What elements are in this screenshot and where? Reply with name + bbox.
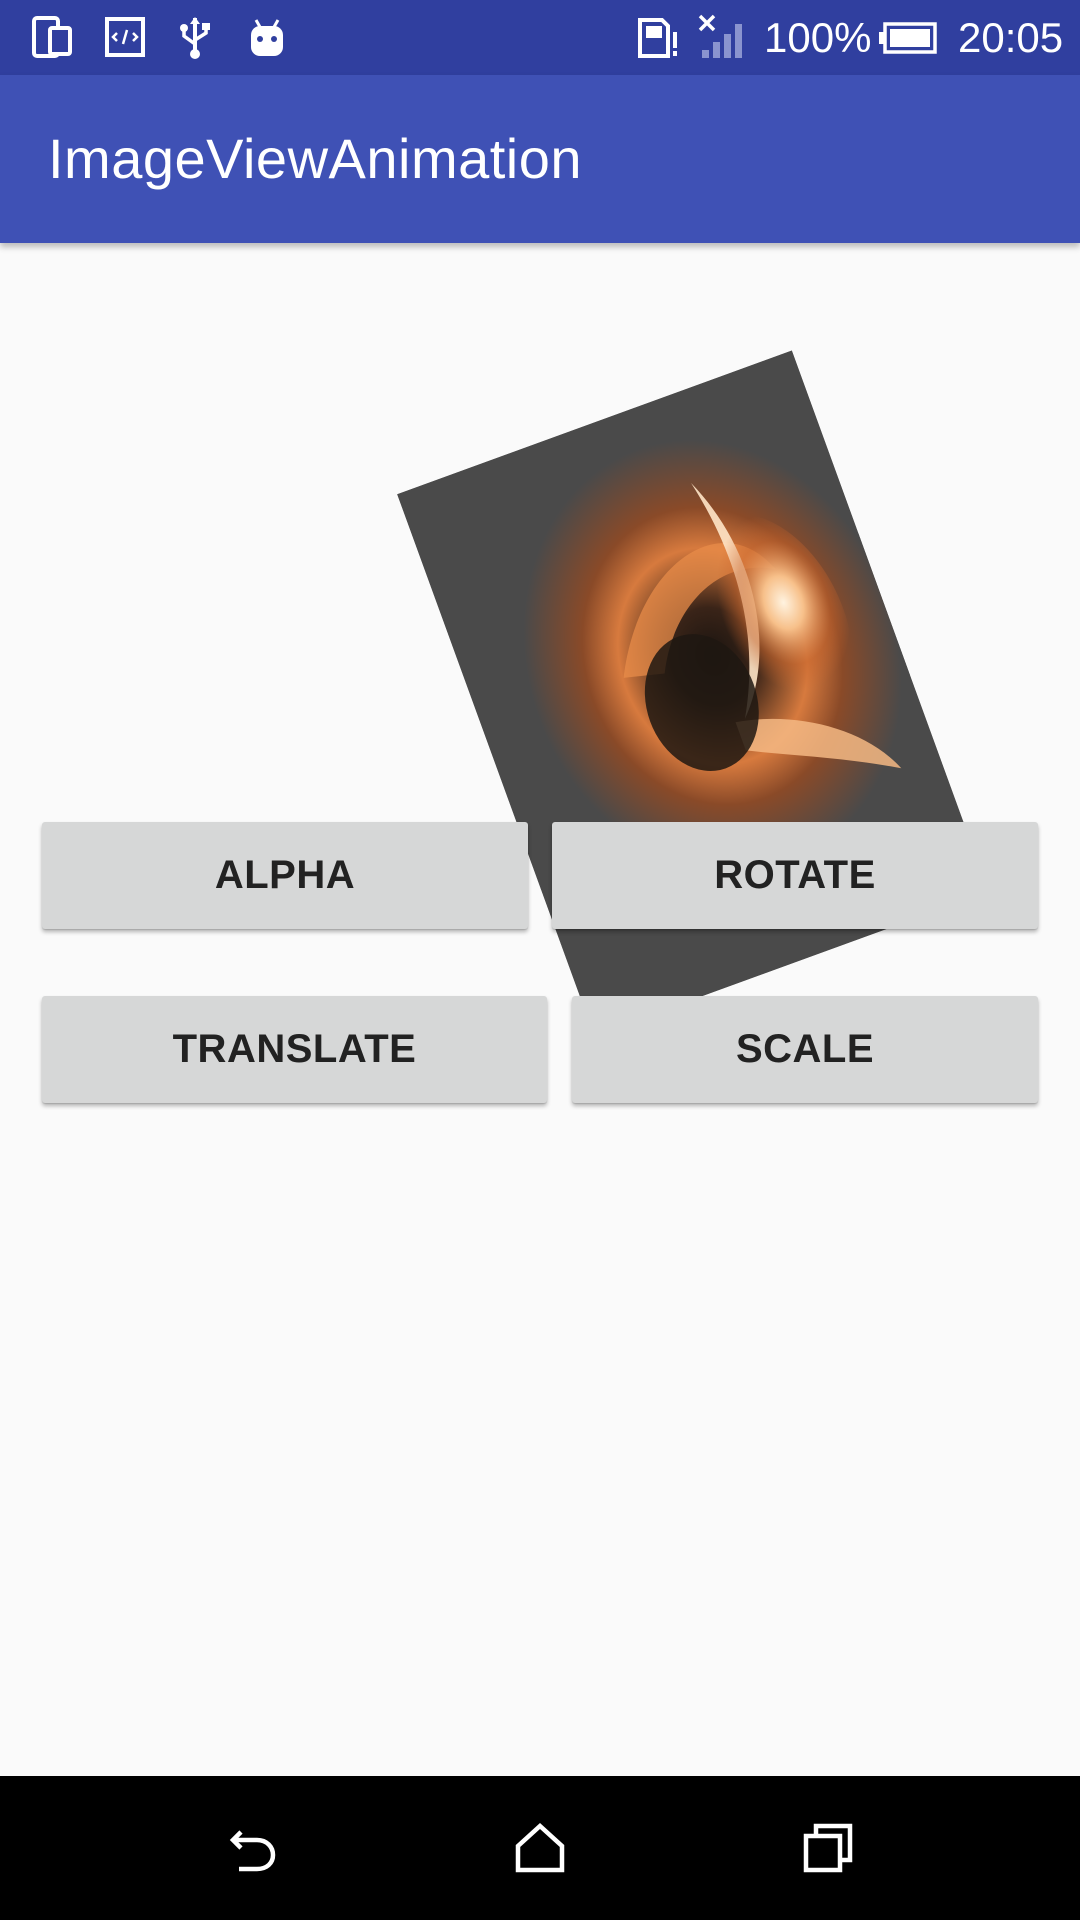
no-signal-icon: [698, 14, 750, 60]
flame-burst-graphic: [397, 350, 989, 1036]
recents-icon[interactable]: [778, 1798, 878, 1898]
clock: 20:05: [958, 14, 1064, 61]
app-title: ImageViewAnimation: [48, 127, 583, 190]
animated-image: [397, 350, 989, 1036]
alpha-button[interactable]: ALPHA: [42, 822, 528, 929]
battery-icon: [878, 22, 938, 68]
usb-icon: [172, 14, 218, 60]
navigation-bar: [0, 1776, 1080, 1920]
device-icon: [30, 14, 76, 60]
back-icon[interactable]: [203, 1798, 303, 1898]
battery-percent: 100%: [764, 14, 872, 61]
status-bar: 100% 20:05: [0, 0, 1080, 75]
home-icon[interactable]: [490, 1798, 590, 1898]
sim-alert-icon: [636, 14, 682, 60]
rotate-button[interactable]: ROTATE: [552, 822, 1038, 929]
translate-button[interactable]: TRANSLATE: [42, 996, 547, 1103]
app-bar: ImageViewAnimation: [0, 75, 1080, 243]
scale-button[interactable]: SCALE: [572, 996, 1038, 1103]
screen: 100% 20:05 ImageViewAnimation ALPHA ROTA…: [0, 0, 1080, 1920]
code-icon: [102, 14, 148, 60]
android-icon: [244, 14, 290, 60]
